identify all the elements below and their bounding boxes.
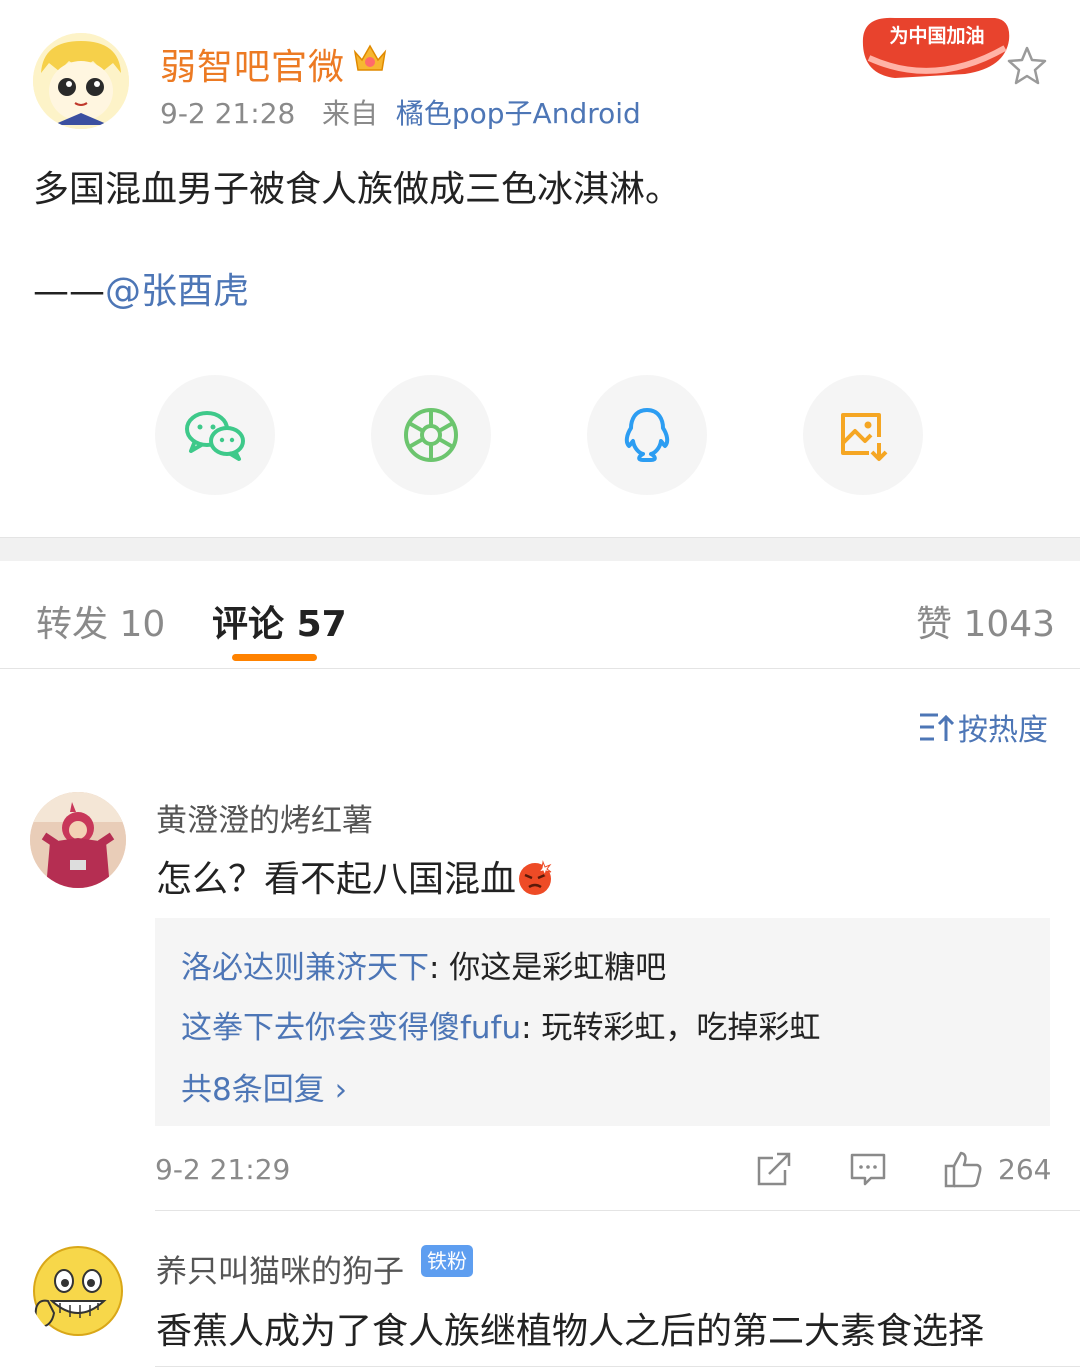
comment-divider (155, 1210, 1080, 1211)
reply-item: 洛必达则兼济天下: 你这是彩虹糖吧 (181, 942, 666, 987)
commenter-name[interactable]: 黄澄澄的烤红薯 (156, 795, 373, 840)
comment-text: 香蕉人成为了食人族继植物人之后的第二大素食选择 (156, 1311, 985, 1352)
forward-comment-button[interactable] (755, 1150, 793, 1192)
post-text: 多国混血男子被食人族做成三色冰淇淋。 (33, 169, 682, 210)
share-wechat-button[interactable] (155, 375, 275, 495)
angry-emoji-icon (519, 860, 552, 895)
moments-icon (404, 408, 458, 462)
post-signature: ——@张酉虎 (33, 262, 249, 314)
author-name[interactable]: 弱智吧官微 (160, 38, 345, 90)
like-comment-button[interactable] (943, 1150, 983, 1192)
mention-link[interactable]: @张酉虎 (105, 271, 249, 312)
post-time: 9-2 21:28 (160, 97, 296, 130)
share-moments-button[interactable] (371, 375, 491, 495)
vip-crown-icon (352, 40, 388, 80)
tab-likes-label: 赞 (916, 604, 953, 645)
post-meta: 9-2 21:28 来自 橘色pop子Android (160, 92, 641, 132)
comment-text-content: 怎么？看不起八国混血 (156, 859, 517, 900)
cheer-badge[interactable]: 为中国加油 (855, 8, 1015, 83)
tab-comments-count: 57 (296, 604, 347, 645)
tab-reposts[interactable]: 转发 10 (36, 595, 165, 647)
reply-item: 这拳下去你会变得傻fufu: 玩转彩虹，吃掉彩虹 (181, 1002, 820, 1047)
sort-icon (920, 713, 954, 741)
comment-divider (155, 1366, 1080, 1367)
thumbs-up-icon (944, 1151, 982, 1188)
comment-like-count: 264 (998, 1153, 1052, 1186)
sort-button[interactable]: 按热度 (918, 705, 1048, 749)
comment-time: 9-2 21:29 (155, 1153, 291, 1186)
signature-dash: —— (33, 271, 105, 312)
tab-likes[interactable]: 赞 1043 (916, 595, 1055, 647)
wechat-icon (185, 411, 245, 461)
save-image-button[interactable] (803, 375, 923, 495)
sort-label: 按热度 (958, 713, 1048, 748)
reply-comment-button[interactable] (849, 1150, 887, 1192)
reply-author[interactable]: 洛必达则兼济天下 (181, 950, 429, 986)
tab-comments-label: 评论 (212, 604, 285, 645)
favorite-star-icon[interactable] (1005, 44, 1049, 92)
commenter-name[interactable]: 养只叫猫咪的狗子 (156, 1246, 404, 1291)
commenter-avatar[interactable] (30, 792, 126, 888)
view-all-replies-link[interactable]: 共8条回复 › (181, 1064, 347, 1109)
tab-reposts-count: 10 (119, 604, 166, 645)
tab-divider (0, 668, 1080, 669)
reply-text: : 玩转彩虹，吃掉彩虹 (521, 1010, 821, 1046)
commenter-avatar[interactable] (30, 1243, 126, 1339)
qq-icon (624, 408, 670, 462)
share-qq-button[interactable] (587, 375, 707, 495)
share-out-icon (757, 1152, 791, 1186)
reply-author[interactable]: 这拳下去你会变得傻fufu (181, 1010, 521, 1046)
save-image-icon (841, 413, 888, 461)
tab-reposts-label: 转发 (36, 604, 109, 645)
reply-text: : 你这是彩虹糖吧 (429, 950, 667, 986)
tab-likes-count: 1043 (963, 604, 1056, 645)
from-label: 来自 (322, 97, 379, 130)
post-source[interactable]: 橘色pop子Android (396, 97, 641, 130)
active-tab-indicator (232, 654, 317, 661)
section-divider (0, 537, 1080, 561)
tab-comments[interactable]: 评论 57 (212, 595, 347, 647)
reply-preview-box[interactable]: 洛必达则兼济天下: 你这是彩虹糖吧 这拳下去你会变得傻fufu: 玩转彩虹，吃掉… (155, 918, 1050, 1126)
comment-text: 怎么？看不起八国混血 (156, 850, 554, 902)
comment-icon (850, 1153, 886, 1186)
author-avatar[interactable] (33, 33, 129, 129)
fan-badge: 铁粉 (421, 1245, 473, 1277)
cheer-badge-text: 为中国加油 (889, 24, 984, 47)
